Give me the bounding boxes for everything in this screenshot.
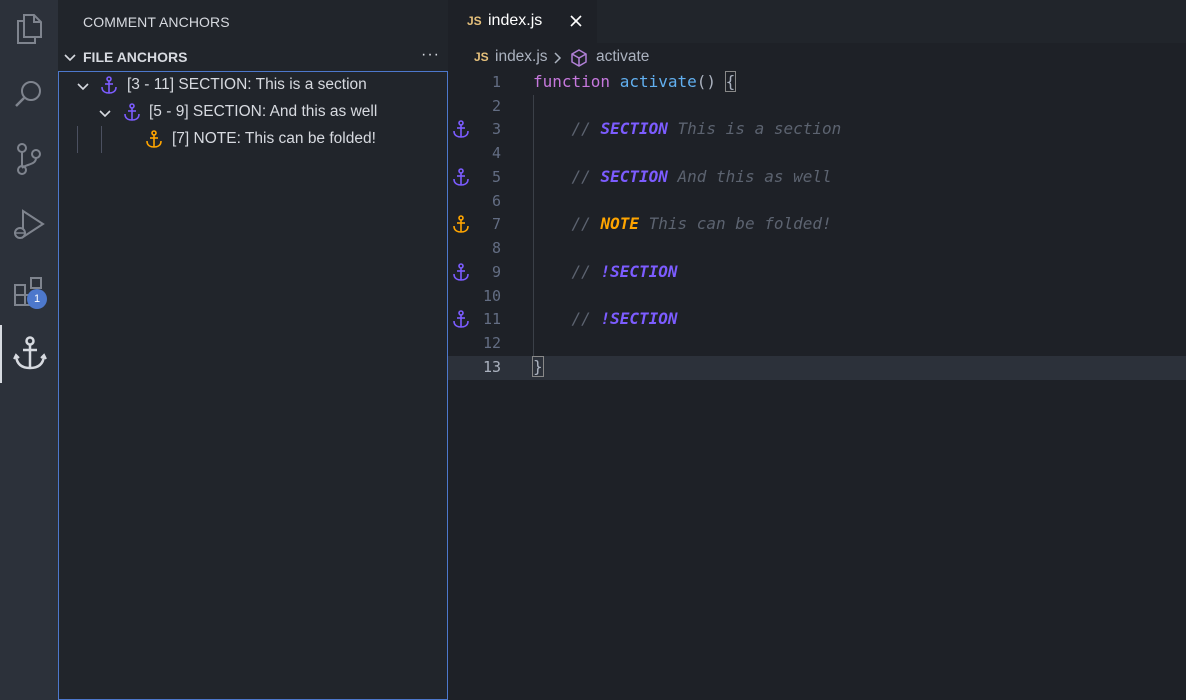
line-number: 1	[491, 73, 501, 91]
tree-item-label: [7] NOTE: This can be folded!	[172, 130, 376, 147]
line-number: 9	[491, 263, 501, 281]
tab-index-js[interactable]: JS index.js	[448, 0, 597, 43]
breadcrumb: JS index.js activate	[448, 43, 1186, 71]
paren-token: ()	[696, 72, 717, 91]
section-tag: SECTION	[600, 167, 668, 186]
code-line: 7 // NOTE This can be folded!	[448, 213, 1186, 237]
file-anchors-title: FILE ANCHORS	[83, 49, 188, 65]
anchor-gutter-icon[interactable]	[452, 168, 470, 187]
source-control-icon	[17, 143, 41, 175]
comment-prefix: //	[571, 214, 591, 233]
code-line: 1 function activate() {	[448, 71, 1186, 95]
chevron-down-icon[interactable]	[76, 80, 90, 94]
code-line: 3 // SECTION This is a section	[448, 118, 1186, 142]
sidebar: COMMENT ANCHORS FILE ANCHORS ··· [3 - 11…	[58, 0, 448, 700]
brace-token: {	[724, 71, 737, 92]
chevron-down-icon[interactable]	[98, 107, 112, 121]
comment-prefix: //	[571, 309, 591, 328]
tree-item-label: [5 - 9] SECTION: And this as well	[149, 103, 378, 120]
explorer-button[interactable]	[0, 0, 58, 58]
chevron-down-icon	[64, 54, 76, 62]
anchor-gutter-icon[interactable]	[452, 310, 470, 329]
tree-item-label: [3 - 11] SECTION: This is a section	[127, 76, 367, 93]
function-name-token: activate	[619, 72, 697, 91]
tab-label: index.js	[488, 12, 543, 29]
line-number: 3	[491, 120, 501, 138]
file-anchors-header[interactable]: FILE ANCHORS ···	[58, 44, 448, 71]
code-editor[interactable]: 1 function activate() { 2 3 // SECTION T…	[448, 71, 1186, 700]
line-number: 7	[491, 215, 501, 233]
run-debug-icon	[14, 209, 45, 239]
line-number: 8	[491, 239, 501, 257]
comment-text: This can be folded!	[648, 214, 832, 233]
anchor-icon	[146, 130, 162, 148]
brace-token: }	[532, 356, 544, 377]
comment-text: And this as well	[677, 167, 832, 186]
method-cube-icon	[571, 49, 587, 67]
anchor-icon	[124, 103, 140, 121]
comment-text: This is a section	[677, 119, 842, 138]
breadcrumb-file[interactable]: index.js	[495, 48, 548, 66]
line-number: 13	[482, 358, 501, 376]
line-number: 2	[491, 97, 501, 115]
anchor-icon	[101, 76, 117, 94]
chevron-right-icon	[554, 52, 562, 64]
anchor-tree: [3 - 11] SECTION: This is a section [5 -…	[58, 71, 448, 700]
tab-bar: JS index.js	[448, 0, 1186, 43]
tree-item-section-2[interactable]: [5 - 9] SECTION: And this as well	[59, 99, 447, 126]
more-actions-button[interactable]: ···	[421, 46, 440, 64]
sidebar-title: COMMENT ANCHORS	[83, 14, 230, 30]
tree-item-section-1[interactable]: [3 - 11] SECTION: This is a section	[59, 72, 447, 99]
anchor-gutter-icon[interactable]	[452, 215, 470, 234]
code-line: 8	[448, 237, 1186, 261]
note-tag: NOTE	[600, 214, 639, 233]
search-button[interactable]	[0, 65, 58, 123]
activity-bar: 1	[0, 0, 58, 700]
keyword-token: function	[533, 72, 611, 91]
section-tag: SECTION	[600, 119, 668, 138]
code-line: 5 // SECTION And this as well	[448, 166, 1186, 190]
code-line: 13 }	[448, 356, 1186, 380]
line-number: 4	[491, 144, 501, 162]
js-file-icon: JS	[467, 14, 482, 28]
code-line: 11 // !SECTION	[448, 308, 1186, 332]
section-end-tag: !SECTION	[600, 309, 678, 328]
breadcrumb-symbol[interactable]: activate	[596, 48, 649, 66]
section-end-tag: !SECTION	[600, 262, 678, 281]
code-line: 12	[448, 332, 1186, 356]
anchor-icon	[13, 336, 47, 370]
comment-anchors-button[interactable]	[0, 325, 58, 383]
js-file-icon: JS	[474, 50, 489, 64]
files-icon	[17, 14, 42, 44]
line-number: 10	[482, 287, 501, 305]
line-number: 11	[482, 310, 501, 328]
line-number: 6	[491, 192, 501, 210]
code-line: 10	[448, 285, 1186, 309]
code-line: 6	[448, 190, 1186, 214]
tree-item-note[interactable]: [7] NOTE: This can be folded!	[59, 126, 447, 153]
search-icon	[15, 81, 41, 107]
code-line: 2	[448, 95, 1186, 119]
code-line: 9 // !SECTION	[448, 261, 1186, 285]
anchor-gutter-icon[interactable]	[452, 263, 470, 282]
comment-prefix: //	[571, 167, 591, 186]
extensions-badge: 1	[27, 289, 47, 309]
source-control-button[interactable]	[0, 130, 58, 188]
comment-prefix: //	[571, 262, 591, 281]
line-number: 5	[491, 168, 501, 186]
comment-prefix: //	[571, 119, 591, 138]
code-line: 4	[448, 142, 1186, 166]
line-number: 12	[482, 334, 501, 352]
close-icon[interactable]	[568, 13, 584, 29]
run-debug-button[interactable]	[0, 195, 58, 253]
anchor-gutter-icon[interactable]	[452, 120, 470, 139]
